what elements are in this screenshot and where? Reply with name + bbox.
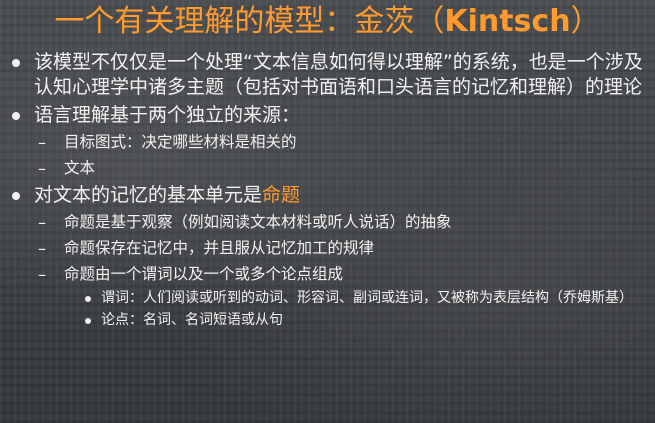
bullet-text: 语言理解基于两个独立的来源： bbox=[34, 104, 301, 126]
dash-marker: – bbox=[38, 213, 46, 232]
sub-bullet-text: 命题由一个谓词以及一个或多个论点组成 bbox=[64, 265, 344, 283]
bullet-text: 该模型不仅仅是一个处理“文本信息如何得以理解”的系统，也是一个涉及认知心理学中诸… bbox=[34, 51, 643, 98]
sub-bullet-text: 目标图式：决定哪些材料是相关的 bbox=[64, 133, 297, 151]
bullet-list: 该模型不仅仅是一个处理“文本信息如何得以理解”的系统，也是一个涉及认知心理学中诸… bbox=[8, 50, 648, 333]
slide-title-latin: Kintsch bbox=[444, 4, 571, 39]
sub-bullet-composition: – 命题由一个谓词以及一个或多个论点组成 bbox=[8, 263, 648, 286]
sub-bullet-text: 文本 bbox=[64, 159, 96, 177]
bullet-item-proposition: 对文本的记忆的基本单元是命题 bbox=[8, 183, 648, 208]
small-dot-icon bbox=[85, 296, 91, 302]
sub-bullet-memory-rules: – 命题保存在记忆中，并且服从记忆加工的规律 bbox=[8, 237, 648, 260]
slide-title-close: ） bbox=[570, 4, 601, 39]
bullet-text: 对文本的记忆的基本单元是 bbox=[34, 184, 263, 206]
sub-sub-bullet-text: 谓词：人们阅读或听到的动词、形容词、副词或连词，又被称为表层结构（乔姆斯基） bbox=[101, 290, 633, 306]
sub-bullet-text-source: – 文本 bbox=[8, 157, 648, 180]
dash-marker: – bbox=[38, 159, 46, 178]
bullet-item-sources: 语言理解基于两个独立的来源： bbox=[8, 103, 648, 128]
sub-bullet-abstraction: – 命题是基于观察（例如阅读文本材料或听人说话）的抽象 bbox=[8, 211, 648, 234]
sub-bullet-text: 命题保存在记忆中，并且服从记忆加工的规律 bbox=[64, 239, 375, 257]
sub-sub-bullet-argument: 论点：名词、名词短语或从句 bbox=[8, 311, 648, 330]
slide-title: 一个有关理解的模型：金茨（Kintsch） bbox=[0, 2, 655, 42]
sub-bullet-text: 命题是基于观察（例如阅读文本材料或听人说话）的抽象 bbox=[64, 213, 452, 231]
dash-marker: – bbox=[38, 239, 46, 258]
slide: 一个有关理解的模型：金茨（Kintsch） 该模型不仅仅是一个处理“文本信息如何… bbox=[0, 0, 655, 423]
small-dot-icon bbox=[85, 318, 91, 324]
highlight-term: 命题 bbox=[262, 184, 301, 206]
sub-sub-bullet-predicate: 谓词：人们阅读或听到的动词、形容词、副词或连词，又被称为表层结构（乔姆斯基） bbox=[8, 289, 648, 308]
dash-marker: – bbox=[38, 265, 46, 284]
bullet-dot-icon bbox=[12, 59, 20, 67]
bullet-dot-icon bbox=[12, 112, 20, 120]
bullet-item-model: 该模型不仅仅是一个处理“文本信息如何得以理解”的系统，也是一个涉及认知心理学中诸… bbox=[8, 50, 648, 100]
sub-sub-bullet-text: 论点：名词、名词短语或从句 bbox=[101, 312, 283, 328]
bullet-dot-icon bbox=[12, 192, 20, 200]
slide-title-cn: 一个有关理解的模型：金茨（ bbox=[54, 4, 445, 39]
dash-marker: – bbox=[38, 133, 46, 152]
sub-bullet-goal-schema: – 目标图式：决定哪些材料是相关的 bbox=[8, 131, 648, 154]
